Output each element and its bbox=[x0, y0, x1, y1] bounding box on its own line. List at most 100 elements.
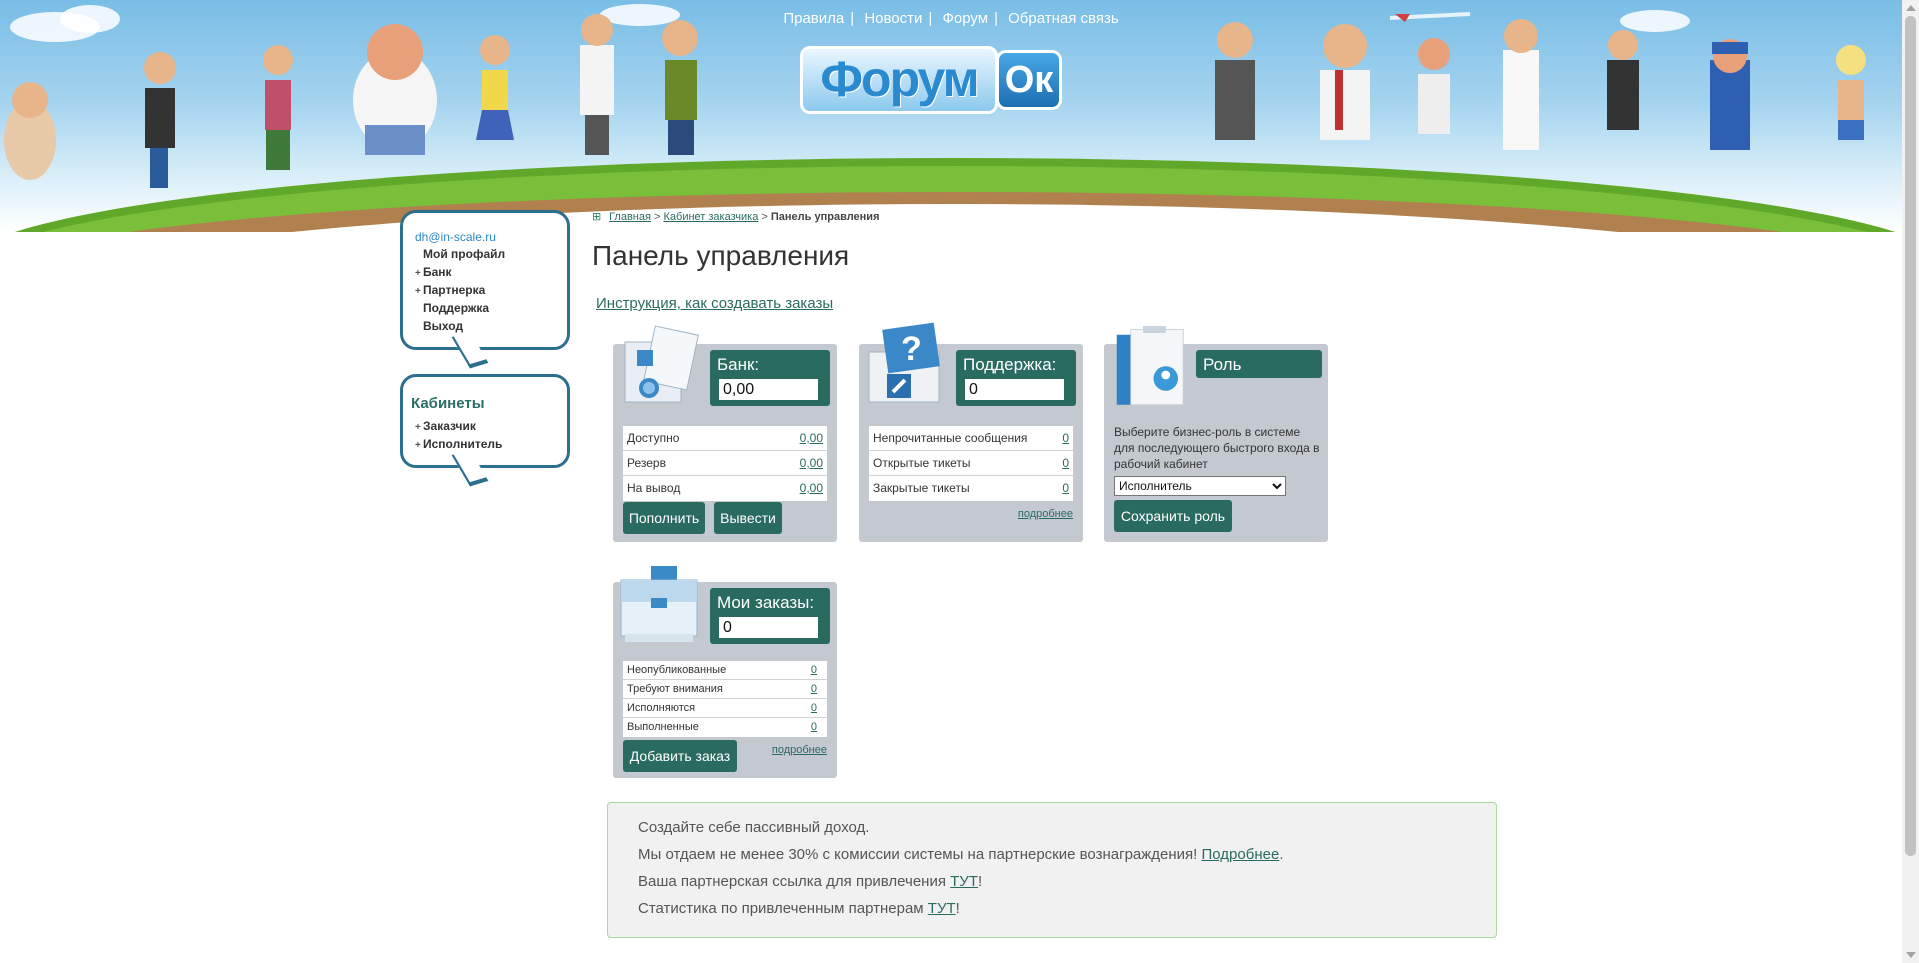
row-label: Выполненные bbox=[627, 721, 699, 733]
breadcrumb-current: Панель управления bbox=[770, 211, 880, 223]
nav-link-feedback[interactable]: Обратная связь bbox=[1008, 10, 1119, 27]
role-badge-icon bbox=[1116, 326, 1184, 406]
breadcrumb-separator: > bbox=[654, 211, 661, 223]
orders-header: Мои заказы: 0 bbox=[710, 588, 830, 644]
orders-count: 0 bbox=[719, 617, 818, 638]
sitemap-icon: ⊞ bbox=[592, 211, 602, 223]
row-value-link[interactable]: 0 bbox=[1062, 451, 1069, 476]
save-role-button[interactable]: Сохранить роль bbox=[1114, 500, 1232, 532]
breadcrumb-cabinet[interactable]: Кабинет заказчика bbox=[664, 211, 759, 223]
logo-text-forum: Форум bbox=[800, 46, 998, 114]
support-help-icon: ? bbox=[868, 322, 940, 403]
scroll-up-icon[interactable] bbox=[1906, 5, 1916, 11]
row-value-link[interactable]: 0 bbox=[811, 680, 817, 699]
top-navigation: Правила | Новости | Форум | Обратная связь bbox=[0, 10, 1902, 27]
row-value-link[interactable]: 0,00 bbox=[800, 451, 823, 476]
bank-card: Банк: 0,00 Доступно 0,00 Резерв 0,00 На вы… bbox=[613, 325, 837, 542]
instruction-link[interactable]: Инструкция, как создавать заказы bbox=[596, 295, 833, 312]
nav-link-forum[interactable]: Форум bbox=[942, 10, 988, 27]
nav-link-rules[interactable]: Правила bbox=[783, 10, 844, 27]
withdraw-button[interactable]: Вывести bbox=[714, 502, 782, 534]
row-label: Непрочитанные сообщения bbox=[873, 431, 1028, 445]
row-value-link[interactable]: 0,00 bbox=[800, 426, 823, 451]
promo-line: Создайте себе пассивный доход. bbox=[638, 819, 870, 836]
row-value-link[interactable]: 0 bbox=[1062, 426, 1069, 451]
sidebar-item-partner[interactable]: + Партнерка bbox=[415, 281, 505, 299]
table-row: Выполненные 0 bbox=[623, 718, 827, 737]
row-value-link[interactable]: 0,00 bbox=[800, 476, 823, 501]
support-rows: Непрочитанные сообщения 0 Открытые тикеты… bbox=[869, 426, 1073, 501]
sidebar-item-executor[interactable]: + Исполнитель bbox=[415, 435, 502, 453]
role-card: Роль Выберите бизнес-роль в системе для … bbox=[1104, 326, 1328, 542]
bank-title: Банк: bbox=[717, 355, 760, 374]
bubble-tail bbox=[451, 449, 489, 487]
scroll-down-icon[interactable] bbox=[1906, 952, 1916, 958]
orders-title: Мои заказы: bbox=[717, 593, 815, 612]
row-label: Требуют внимания bbox=[627, 683, 723, 695]
scrollbar-thumb[interactable] bbox=[1905, 16, 1916, 856]
row-value-link[interactable]: 0 bbox=[811, 661, 817, 680]
partner-stats-link[interactable]: ТУТ bbox=[928, 900, 956, 917]
table-row: Открытые тикеты 0 bbox=[869, 451, 1073, 476]
role-title: Роль bbox=[1203, 355, 1242, 374]
table-row: Непрочитанные сообщения 0 bbox=[869, 426, 1073, 451]
role-select[interactable]: Исполнитель bbox=[1114, 476, 1286, 496]
briefcase-icon bbox=[620, 566, 698, 642]
bubble-tail bbox=[451, 331, 489, 369]
plus-icon: + bbox=[415, 440, 421, 451]
page-scrollbar[interactable] bbox=[1902, 0, 1919, 963]
breadcrumb-separator: > bbox=[761, 211, 768, 223]
role-header: Роль bbox=[1196, 350, 1322, 378]
nav-separator: | bbox=[928, 10, 933, 27]
row-label: Доступно bbox=[627, 431, 680, 445]
orders-card: Мои заказы: 0 Неопубликованные 0 Требуют … bbox=[613, 566, 837, 778]
sidebar-item-customer[interactable]: + Заказчик bbox=[415, 417, 502, 435]
breadcrumb: ⊞ Главная > Кабинет заказчика > Панель у… bbox=[592, 210, 879, 223]
table-row: Требуют внимания 0 bbox=[623, 680, 827, 699]
row-label: Открытые тикеты bbox=[873, 456, 971, 470]
orders-rows: Неопубликованные 0 Требуют внимания 0 Испо… bbox=[623, 661, 827, 737]
orders-more-link[interactable]: подробнее bbox=[772, 744, 827, 756]
role-description: Выберите бизнес-роль в системе для после… bbox=[1114, 425, 1320, 471]
table-row: Неопубликованные 0 bbox=[623, 661, 827, 680]
sidebar-item-label: Исполнитель bbox=[423, 437, 503, 451]
support-count: 0 bbox=[965, 379, 1064, 400]
sidebar-item-label: Банк bbox=[423, 265, 452, 279]
support-more-link[interactable]: подробнее bbox=[1018, 508, 1073, 520]
site-logo[interactable]: Форум Ок bbox=[800, 46, 1066, 118]
cabinets-bubble: Кабинеты + Заказчик + Исполнитель bbox=[400, 374, 570, 487]
promo-more-link[interactable]: Подробнее bbox=[1202, 846, 1280, 863]
sidebar-item-label: Заказчик bbox=[423, 419, 476, 433]
row-value-link[interactable]: 0 bbox=[1062, 476, 1069, 501]
cabinets-menu: + Заказчик + Исполнитель bbox=[415, 417, 502, 453]
svg-text:?: ? bbox=[901, 330, 922, 368]
user-email[interactable]: dh@in-scale.ru bbox=[415, 230, 496, 244]
cabinets-title: Кабинеты bbox=[411, 395, 485, 412]
table-row: Резерв 0,00 bbox=[623, 451, 827, 476]
breadcrumb-home[interactable]: Главная bbox=[609, 211, 651, 223]
row-label: Резерв bbox=[627, 456, 666, 470]
bank-folder-icon bbox=[624, 325, 699, 403]
row-value-link[interactable]: 0 bbox=[811, 699, 817, 718]
sidebar-item-support[interactable]: Поддержка bbox=[415, 299, 505, 317]
add-order-button[interactable]: Добавить заказ bbox=[623, 740, 737, 772]
sidebar-item-profile[interactable]: Мой профайл bbox=[415, 245, 505, 263]
user-menu: Мой профайл + Банк + Партнерка Поддержка В… bbox=[415, 245, 505, 335]
sidebar-item-label: Партнерка bbox=[423, 283, 486, 297]
row-value-link[interactable]: 0 bbox=[811, 718, 817, 737]
table-row: Закрытые тикеты 0 bbox=[869, 476, 1073, 501]
support-title: Поддержка: bbox=[963, 355, 1057, 374]
sidebar-item-label: Выход bbox=[423, 319, 464, 333]
deposit-button[interactable]: Пополнить bbox=[623, 502, 705, 534]
nav-separator: | bbox=[850, 10, 855, 27]
support-card: ? Поддержка: 0 Непрочитанные сообщения 0 … bbox=[859, 322, 1083, 542]
sidebar-item-bank[interactable]: + Банк bbox=[415, 263, 505, 281]
row-label: На вывод bbox=[627, 481, 681, 495]
sidebar-item-logout[interactable]: Выход bbox=[415, 317, 505, 335]
bank-rows: Доступно 0,00 Резерв 0,00 На вывод 0,00 bbox=[623, 426, 827, 501]
partner-link[interactable]: ТУТ bbox=[950, 873, 978, 890]
promo-line: Мы отдаем не менее 30% с комиссии систем… bbox=[638, 846, 1283, 863]
nav-link-news[interactable]: Новости bbox=[864, 10, 922, 27]
sidebar-item-label: Мой профайл bbox=[423, 247, 506, 261]
page-title: Панель управления bbox=[592, 240, 850, 271]
